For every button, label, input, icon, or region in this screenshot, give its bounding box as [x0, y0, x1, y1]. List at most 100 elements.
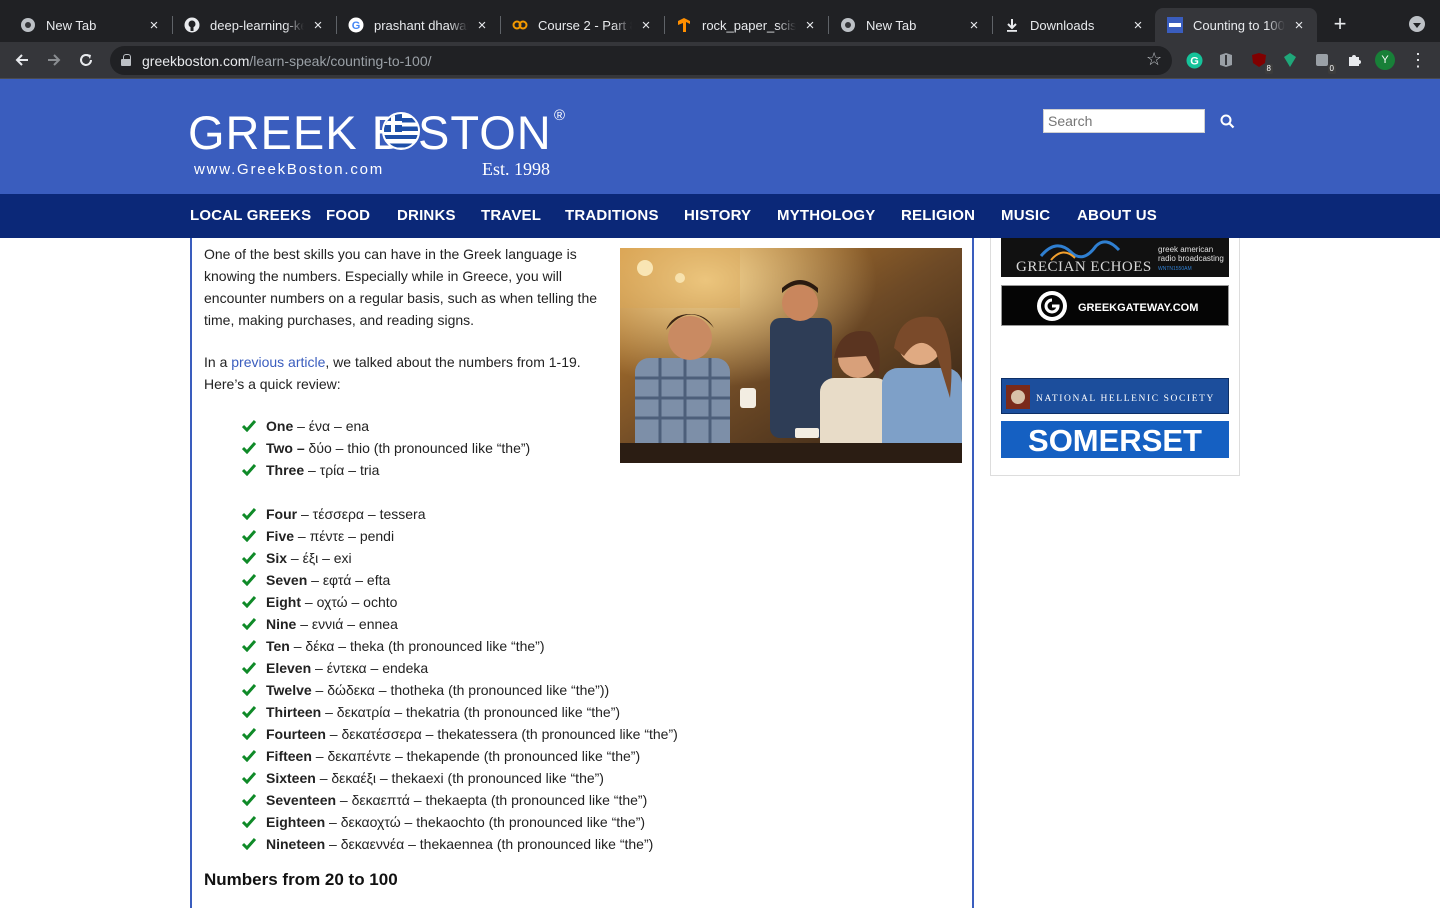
forward-button[interactable]: [41, 47, 67, 73]
nav-about-us[interactable]: ABOUT US: [1077, 207, 1157, 224]
close-tab-icon[interactable]: ×: [1130, 17, 1146, 34]
checkmark-icon: [242, 794, 256, 806]
number-english: Thirteen: [266, 704, 322, 720]
tab-title: prashant dhawan: [374, 17, 468, 33]
new-tab-button[interactable]: +: [1328, 12, 1352, 36]
tab-coursera[interactable]: Course 2 - Part 8 ×: [500, 8, 664, 42]
number-greek: – εννιά – ennea: [296, 616, 398, 632]
tab-new-tab-2[interactable]: New Tab ×: [828, 8, 992, 42]
tab-tensorflow[interactable]: rock_paper_sciss ×: [664, 8, 828, 42]
list-item: Seventeen – δεκαεπτά – thekaepta (th pro…: [242, 789, 678, 811]
tab-downloads[interactable]: Downloads ×: [992, 8, 1156, 42]
site-header: GREEK B STON ® www.GreekBoston.com Est. …: [0, 79, 1440, 194]
list-item: Three – τρία – tria: [242, 459, 530, 481]
grammarly-icon[interactable]: G: [1185, 51, 1203, 69]
list-item: Ten – δέκα – theka (th pronounced like “…: [242, 635, 678, 657]
close-tab-icon[interactable]: ×: [966, 17, 982, 34]
ad-nhs-text: NATIONAL HELLENIC SOCIETY: [1036, 394, 1215, 404]
nav-local-greeks[interactable]: LOCAL GREEKS: [190, 207, 311, 224]
review-paragraph: In a previous article, we talked about t…: [204, 351, 608, 395]
tab-github[interactable]: deep-learning-ke ×: [172, 8, 336, 42]
checkmark-icon: [242, 508, 256, 520]
close-tab-icon[interactable]: ×: [638, 17, 654, 34]
list-item: Eight – οχτώ – ochto: [242, 591, 678, 613]
ad-greekgateway-text: GREEKGATEWAY.COM: [1078, 302, 1198, 314]
intro-paragraph: One of the best skills you can have in t…: [204, 246, 598, 328]
extension-shield-icon[interactable]: [1217, 51, 1235, 69]
checkmark-icon: [242, 530, 256, 542]
tab-title: Course 2 - Part 8: [538, 17, 632, 33]
close-tab-icon[interactable]: ×: [146, 17, 162, 34]
ad-somerset[interactable]: SOMERSET: [1001, 421, 1229, 458]
search-icon[interactable]: [1220, 114, 1235, 129]
nav-food[interactable]: FOOD: [326, 207, 370, 224]
url-host: greekboston.com: [142, 53, 250, 69]
greekboston-logo[interactable]: GREEK B STON ® www.GreekBoston.com Est. …: [188, 105, 568, 185]
chrome-icon: [840, 17, 856, 33]
number-greek: – δεκαεννέα – thekaennea (th pronounced …: [325, 836, 654, 852]
previous-article-link[interactable]: previous article: [231, 354, 325, 370]
logo-www: www.GreekBoston.com: [194, 161, 385, 178]
ad-national-hellenic-society[interactable]: NATIONAL HELLENIC SOCIETY: [1001, 378, 1229, 414]
tab-strip: New Tab × deep-learning-ke × G prashant …: [0, 0, 1440, 42]
number-english: Eleven: [266, 660, 312, 676]
tab-google-search[interactable]: G prashant dhawan ×: [336, 8, 500, 42]
checkmark-icon: [242, 772, 256, 784]
search-input[interactable]: [1048, 113, 1200, 129]
back-button[interactable]: [9, 47, 35, 73]
nav-history[interactable]: HISTORY: [684, 207, 751, 224]
address-bar[interactable]: greekboston.com/learn-speak/counting-to-…: [110, 46, 1172, 75]
greek-flag-icon: [382, 112, 420, 150]
list-item: Nineteen – δεκαεννέα – thekaennea (th pr…: [242, 833, 678, 855]
svg-text:G: G: [352, 20, 361, 32]
bookmark-star-icon[interactable]: ☆: [1146, 49, 1162, 70]
tab-counting-to-100[interactable]: Counting to 100 i ×: [1155, 8, 1317, 42]
number-english: Seventeen: [266, 792, 337, 808]
close-tab-icon[interactable]: ×: [310, 17, 326, 34]
number-greek: – δεκατρία – thekatria (th pronounced li…: [321, 704, 621, 720]
tab-new-tab-1[interactable]: New Tab ×: [8, 8, 172, 42]
number-greek: – ένα – ena: [293, 418, 370, 434]
ad-grecian-echoes[interactable]: GRECIAN ECHOES greek american radio broa…: [1001, 238, 1229, 277]
nav-drinks[interactable]: DRINKS: [397, 207, 456, 224]
list-item: Eighteen – δεκαοχτώ – thekaochto (th pro…: [242, 811, 678, 833]
number-greek: – έντεκα – endeka: [311, 660, 429, 676]
nav-music[interactable]: MUSIC: [1001, 207, 1050, 224]
list-item: Seven – εφτά – efta: [242, 569, 678, 591]
number-english: Fifteen: [266, 748, 312, 764]
nav-traditions[interactable]: TRADITIONS: [565, 207, 659, 224]
number-greek: – τρία – tria: [304, 462, 380, 478]
close-tab-icon[interactable]: ×: [474, 17, 490, 34]
number-greek: – δεκαπέντε – thekapende (th pronounced …: [311, 748, 641, 764]
tab-search-icon[interactable]: [1409, 16, 1425, 32]
checkmark-icon: [242, 750, 256, 762]
number-greek: – οχτώ – ochto: [301, 594, 398, 610]
arrow-left-icon: [15, 54, 28, 66]
counter-extension-icon[interactable]: 0: [1313, 51, 1336, 74]
chrome-menu-icon[interactable]: ⋮: [1408, 48, 1428, 72]
tab-title: Downloads: [1030, 17, 1095, 33]
lock-icon: [121, 54, 131, 66]
site-search-field[interactable]: [1043, 109, 1205, 133]
nav-travel[interactable]: TRAVEL: [481, 207, 541, 224]
nav-mythology[interactable]: MYTHOLOGY: [777, 207, 875, 224]
number-greek: – δέκα – theka (th pronounced like “the”…: [289, 638, 545, 654]
url-text[interactable]: greekboston.com/learn-speak/counting-to-…: [142, 53, 432, 69]
reload-button[interactable]: [73, 47, 99, 73]
sidebar-ads: GRECIAN ECHOES greek american radio broa…: [990, 238, 1240, 476]
tab-title: New Tab: [866, 17, 917, 33]
number-english: One: [266, 418, 294, 434]
vpn-extension-icon[interactable]: [1281, 51, 1299, 69]
checkmark-icon: [242, 618, 256, 630]
profile-avatar[interactable]: Y: [1375, 50, 1395, 70]
nav-religion[interactable]: RELIGION: [901, 207, 975, 224]
greekboston-favicon-icon: [1167, 17, 1183, 33]
checkmark-icon: [242, 662, 256, 674]
number-greek: – δώδεκα – thotheka (th pronounced like …: [311, 682, 610, 698]
number-greek: δύο – thio (th pronounced like “the”): [304, 440, 531, 456]
close-tab-icon[interactable]: ×: [802, 17, 818, 34]
ublock-icon[interactable]: 8: [1250, 51, 1273, 74]
close-tab-icon[interactable]: ×: [1291, 17, 1307, 34]
ad-greekgateway[interactable]: GREEKGATEWAY.COM: [1001, 285, 1229, 326]
extensions-puzzle-icon[interactable]: [1345, 51, 1363, 69]
